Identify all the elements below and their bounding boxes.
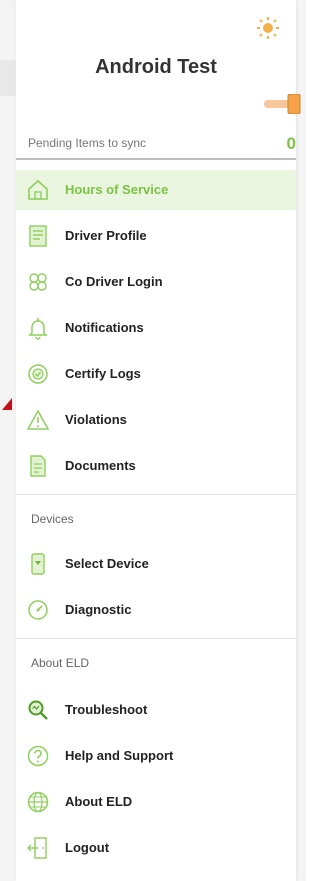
pending-sync-label: Pending Items to sync <box>28 136 147 150</box>
section-about-label: About ELD <box>31 656 90 670</box>
section-devices-label: Devices <box>31 512 74 526</box>
menu-item-about-eld[interactable]: About ELD <box>16 782 296 822</box>
co-driver-icon <box>29 273 47 291</box>
pending-sync-count: 0 <box>286 134 296 153</box>
menu-label: Diagnostic <box>65 602 132 617</box>
menu-item-diagnostic[interactable]: Diagnostic <box>16 590 296 630</box>
menu-label: Driver Profile <box>65 228 147 243</box>
menu-item-certify-logs[interactable]: Certify Logs <box>16 354 296 394</box>
app-title: Android Test <box>95 56 217 78</box>
brightness-icon[interactable] <box>256 16 280 40</box>
menu-item-troubleshoot[interactable]: Troubleshoot <box>16 690 296 730</box>
menu-item-logout[interactable]: Logout <box>16 828 296 868</box>
menu-label: Co Driver Login <box>65 274 163 289</box>
section-divider <box>16 494 296 495</box>
globe-icon <box>27 791 49 813</box>
device-select-icon <box>31 553 45 575</box>
background-edge <box>0 0 16 881</box>
menu-item-driver-profile[interactable]: Driver Profile <box>16 216 296 256</box>
pending-sync-row: Pending Items to sync 0 <box>16 130 296 160</box>
menu-label: Documents <box>65 458 136 473</box>
troubleshoot-search-icon <box>28 700 48 720</box>
warning-icon <box>26 409 50 430</box>
menu-item-violations[interactable]: Violations <box>16 400 296 440</box>
help-icon <box>27 745 49 767</box>
menu-label: Hours of Service <box>65 182 169 197</box>
document-icon <box>30 455 46 477</box>
section-divider <box>16 638 296 639</box>
menu-item-documents[interactable]: Documents <box>16 446 296 486</box>
menu-label: Select Device <box>65 556 149 571</box>
menu-label: Notifications <box>65 320 144 335</box>
background-toolbar-edge <box>0 60 16 96</box>
right-gutter <box>296 0 306 881</box>
gauge-icon <box>28 600 48 620</box>
logout-door-icon <box>27 837 47 859</box>
menu-label: Troubleshoot <box>65 702 148 717</box>
profile-card-icon <box>29 225 47 247</box>
menu-label: About ELD <box>65 794 133 809</box>
theme-toggle[interactable] <box>262 94 302 114</box>
home-icon <box>28 179 48 200</box>
menu-item-notifications[interactable]: Notifications <box>16 308 296 348</box>
menu-item-co-driver-login[interactable]: Co Driver Login <box>16 262 296 302</box>
bell-icon <box>28 318 48 340</box>
menu-label: Logout <box>65 840 110 855</box>
menu-item-select-device[interactable]: Select Device <box>16 544 296 584</box>
pointer-arrow-icon <box>2 398 12 410</box>
menu-label: Certify Logs <box>65 366 141 381</box>
menu-item-hours-of-service[interactable]: Hours of Service <box>16 170 296 210</box>
menu-item-help-and-support[interactable]: Help and Support <box>16 736 296 776</box>
menu-label: Help and Support <box>65 748 174 763</box>
menu-label: Violations <box>65 412 127 427</box>
certify-badge-icon <box>28 364 48 384</box>
